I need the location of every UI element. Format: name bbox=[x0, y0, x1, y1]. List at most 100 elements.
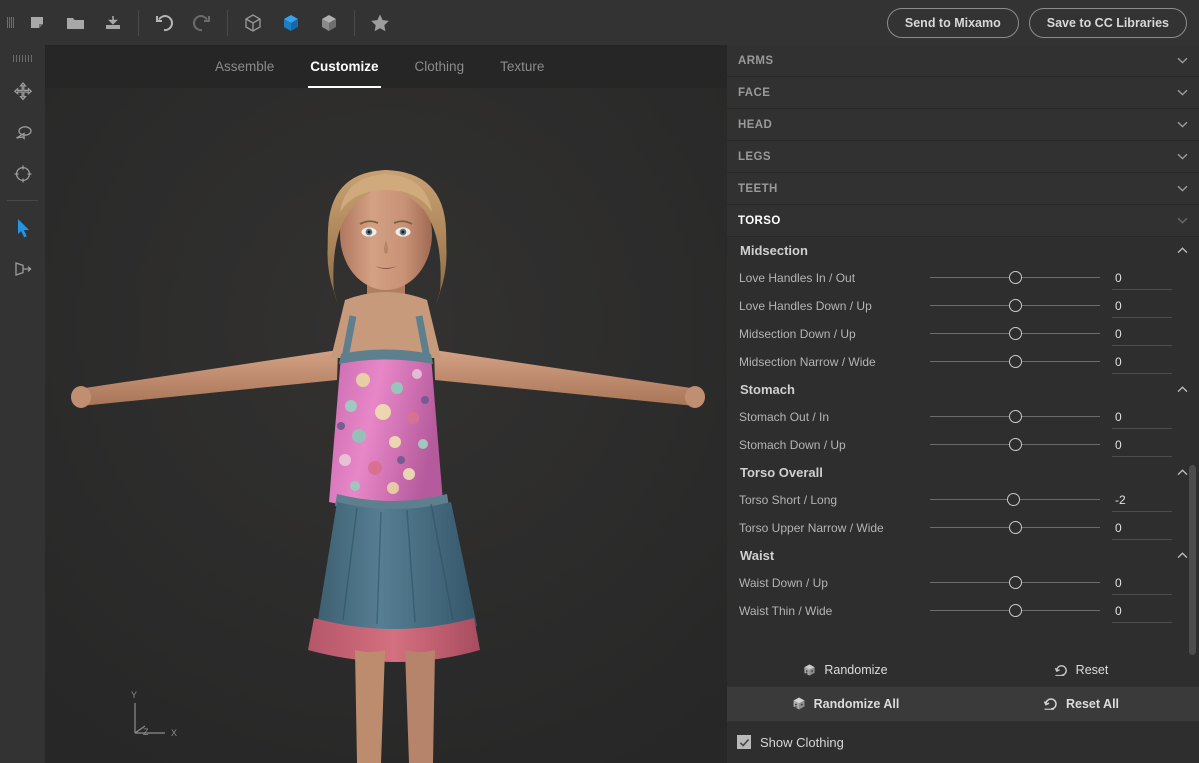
property-slider[interactable] bbox=[930, 264, 1100, 292]
svg-text:Z: Z bbox=[143, 727, 149, 737]
character-model[interactable] bbox=[45, 88, 727, 763]
left-tool-rail bbox=[0, 45, 45, 763]
property-slider[interactable] bbox=[930, 403, 1100, 431]
tab-assemble[interactable]: Assemble bbox=[197, 45, 292, 88]
section-header-teeth[interactable]: TEETH bbox=[727, 173, 1199, 205]
section-header-arms[interactable]: ARMS bbox=[727, 45, 1199, 77]
undo-icon[interactable] bbox=[145, 0, 183, 45]
slider-thumb[interactable] bbox=[1008, 327, 1022, 340]
panel-scrollbar-thumb[interactable] bbox=[1189, 465, 1196, 655]
reset-label: Reset bbox=[1075, 663, 1109, 677]
property-row: Waist Thin / Wide 0 bbox=[727, 597, 1199, 625]
property-label: Torso Short / Long bbox=[739, 493, 838, 507]
section-list: ARMS FACE HEAD LEGS TEETH TORSO Midsection Love… bbox=[727, 45, 1199, 625]
chevron-down-icon bbox=[1177, 121, 1188, 128]
orbit-tool-icon[interactable] bbox=[0, 112, 45, 153]
group-header-stomach[interactable]: Stomach bbox=[727, 376, 1199, 403]
tab-customize[interactable]: Customize bbox=[292, 45, 396, 88]
group-header-midsection[interactable]: Midsection bbox=[727, 237, 1199, 264]
section-label: TORSO bbox=[738, 214, 781, 227]
svg-text:Y: Y bbox=[131, 690, 137, 700]
property-value-input[interactable]: 0 bbox=[1112, 600, 1172, 623]
cube-solid-icon[interactable] bbox=[272, 0, 310, 45]
show-clothing-checkbox[interactable] bbox=[737, 735, 751, 749]
section-header-legs[interactable]: LEGS bbox=[727, 141, 1199, 173]
send-to-mixamo-button[interactable]: Send to Mixamo bbox=[886, 7, 1019, 38]
slider-thumb[interactable] bbox=[1008, 438, 1022, 451]
property-slider[interactable] bbox=[930, 597, 1100, 625]
reset-button[interactable]: Reset bbox=[963, 653, 1199, 687]
new-icon[interactable] bbox=[18, 0, 56, 45]
property-label: Midsection Narrow / Wide bbox=[739, 355, 876, 369]
3d-viewport[interactable]: Y X Z bbox=[45, 88, 727, 763]
slider-thumb[interactable] bbox=[1008, 271, 1022, 284]
property-slider[interactable] bbox=[930, 431, 1100, 459]
tab-texture[interactable]: Texture bbox=[482, 45, 562, 88]
cube-shaded-icon[interactable] bbox=[310, 0, 348, 45]
property-label: Love Handles Down / Up bbox=[739, 299, 872, 313]
property-row: Love Handles Down / Up 0 bbox=[727, 292, 1199, 320]
slider-thumb[interactable] bbox=[1008, 521, 1022, 534]
property-label: Torso Upper Narrow / Wide bbox=[739, 521, 884, 535]
import-icon[interactable] bbox=[94, 0, 132, 45]
property-value-input[interactable]: 0 bbox=[1112, 406, 1172, 429]
property-value-input[interactable]: 0 bbox=[1112, 434, 1172, 457]
redo-icon[interactable] bbox=[183, 0, 221, 45]
slider-thumb[interactable] bbox=[1008, 299, 1022, 312]
save-to-cc-libraries-button[interactable]: Save to CC Libraries bbox=[1028, 7, 1187, 38]
property-slider[interactable] bbox=[930, 486, 1100, 514]
tab-clothing[interactable]: Clothing bbox=[397, 45, 483, 88]
open-folder-icon[interactable] bbox=[56, 0, 94, 45]
star-icon[interactable] bbox=[361, 0, 399, 45]
undo-arrow-icon bbox=[1054, 664, 1067, 676]
randomize-label: Randomize bbox=[824, 663, 888, 677]
section-header-head[interactable]: HEAD bbox=[727, 109, 1199, 141]
property-label: Waist Thin / Wide bbox=[739, 604, 833, 618]
slider-thumb[interactable] bbox=[1008, 410, 1022, 423]
property-value-input[interactable]: 0 bbox=[1112, 323, 1172, 346]
randomize-button[interactable]: Randomize bbox=[727, 653, 963, 687]
toolbar-drag-grip[interactable] bbox=[4, 0, 18, 45]
slider-thumb[interactable] bbox=[1008, 355, 1022, 368]
slider-thumb[interactable] bbox=[1008, 576, 1022, 589]
undo-arrow-icon bbox=[1043, 698, 1057, 710]
property-value-input[interactable]: 0 bbox=[1112, 267, 1172, 290]
group-label: Waist bbox=[740, 548, 775, 563]
property-value-input[interactable]: 0 bbox=[1112, 351, 1172, 374]
perspective-tool-icon[interactable] bbox=[0, 248, 45, 289]
group-header-waist[interactable]: Waist bbox=[727, 542, 1199, 569]
top-toolbar: Send to Mixamo Save to CC Libraries bbox=[0, 0, 1199, 45]
reset-all-button[interactable]: Reset All bbox=[963, 687, 1199, 721]
cube-wireframe-icon[interactable] bbox=[234, 0, 272, 45]
property-value-input[interactable]: 0 bbox=[1112, 295, 1172, 318]
chevron-down-icon bbox=[1177, 89, 1188, 96]
show-clothing-row: Show Clothing bbox=[727, 721, 1199, 763]
property-value-input[interactable]: -2 bbox=[1112, 489, 1172, 512]
rail-drag-grip[interactable] bbox=[0, 45, 45, 71]
chevron-down-icon bbox=[1177, 153, 1188, 160]
property-slider[interactable] bbox=[930, 348, 1100, 376]
pan-tool-icon[interactable] bbox=[0, 71, 45, 112]
slider-thumb[interactable] bbox=[1008, 604, 1022, 617]
chevron-up-icon bbox=[1177, 552, 1188, 559]
property-value-input[interactable]: 0 bbox=[1112, 572, 1172, 595]
group-label: Midsection bbox=[740, 243, 808, 258]
grip-lines-icon bbox=[12, 54, 33, 62]
randomize-all-button[interactable]: Randomize All bbox=[727, 687, 963, 721]
property-value-input[interactable]: 0 bbox=[1112, 517, 1172, 540]
randomize-all-label: Randomize All bbox=[813, 697, 900, 711]
slider-thumb[interactable] bbox=[1006, 493, 1020, 506]
property-slider[interactable] bbox=[930, 514, 1100, 542]
property-slider[interactable] bbox=[930, 320, 1100, 348]
group-header-torso-overall[interactable]: Torso Overall bbox=[727, 459, 1199, 486]
chevron-up-icon bbox=[1177, 247, 1188, 254]
section-header-torso[interactable]: TORSO bbox=[727, 205, 1199, 237]
section-label: TEETH bbox=[738, 182, 778, 195]
target-tool-icon[interactable] bbox=[0, 153, 45, 194]
property-slider[interactable] bbox=[930, 292, 1100, 320]
property-label: Love Handles In / Out bbox=[739, 271, 856, 285]
toolbar-divider bbox=[354, 9, 355, 36]
property-slider[interactable] bbox=[930, 569, 1100, 597]
select-tool-icon[interactable] bbox=[0, 207, 45, 248]
section-header-face[interactable]: FACE bbox=[727, 77, 1199, 109]
